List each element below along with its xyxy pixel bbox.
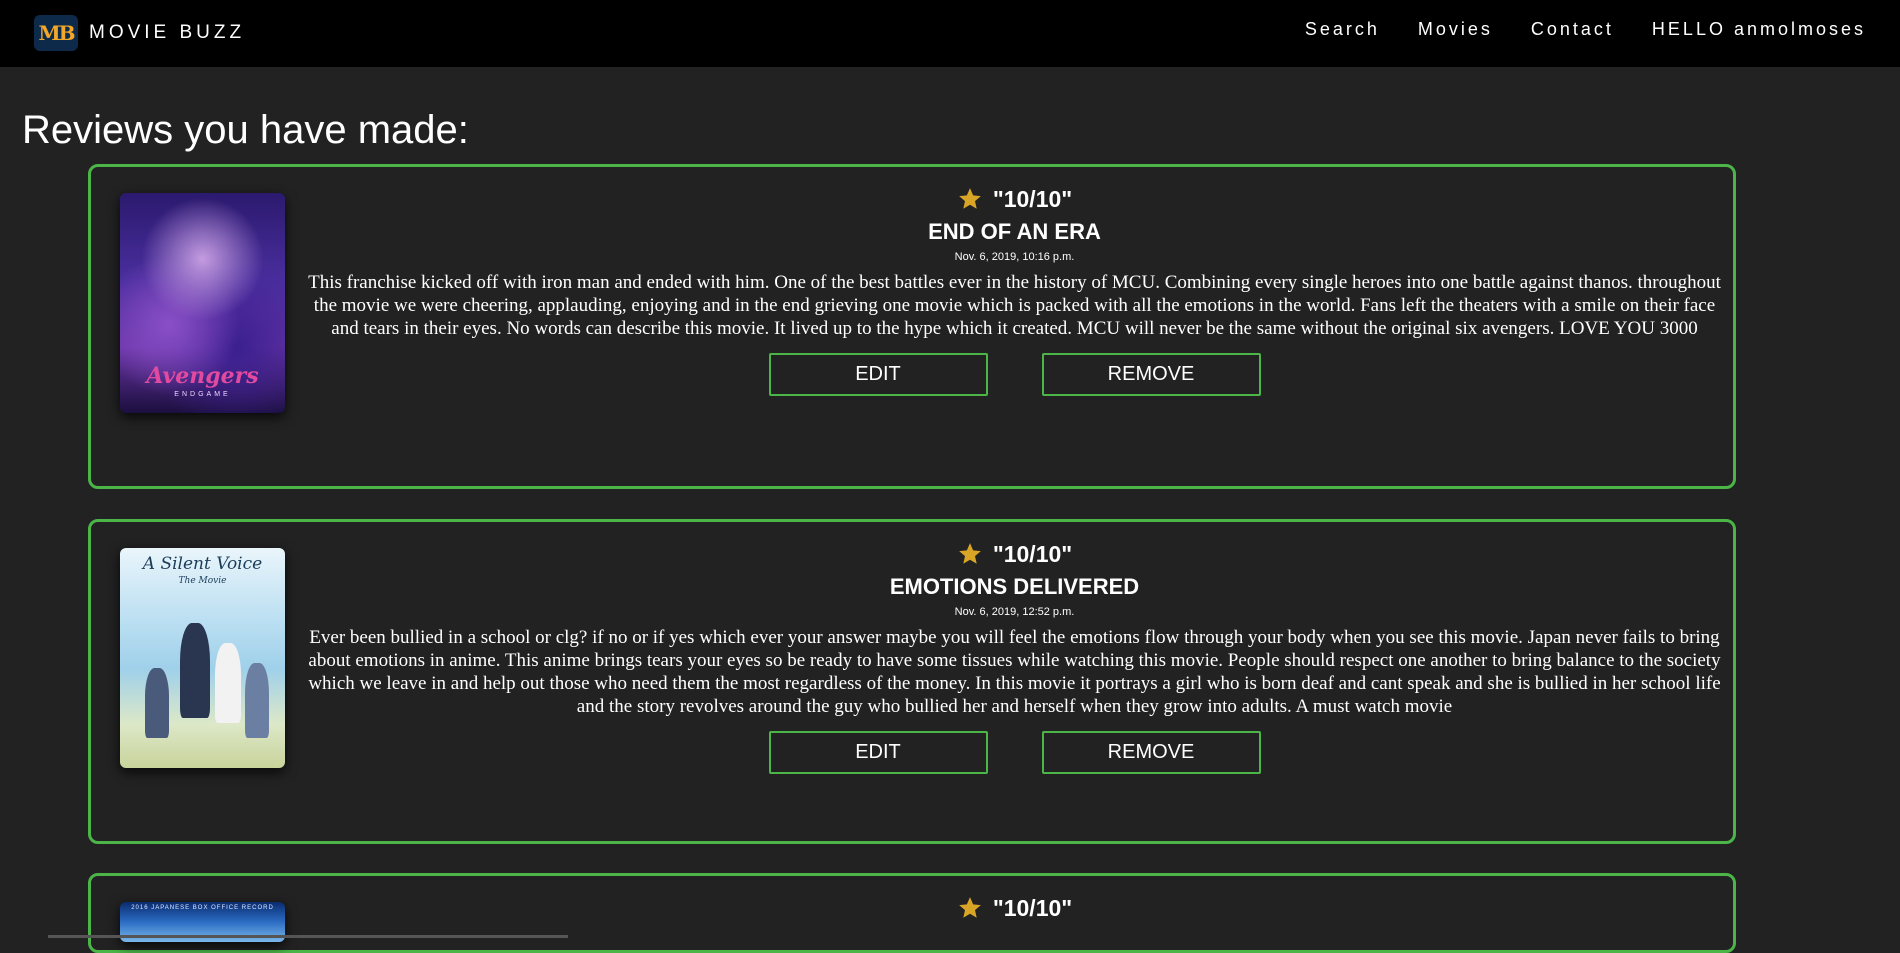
review-body: "10/10" — [296, 892, 1733, 924]
poster-title: 2016 JAPANESE BOX OFFICE RECORD — [131, 905, 274, 911]
poster-figure — [145, 668, 169, 738]
rating-row: "10/10" — [296, 892, 1733, 924]
poster-subtitle: ENDGAME — [174, 391, 231, 398]
rating-value: "10/10" — [992, 185, 1073, 212]
rating-row: "10/10" — [296, 183, 1733, 215]
poster-title: A Silent Voice — [142, 554, 263, 574]
review-body: "10/10" EMOTIONS DELIVERED Nov. 6, 2019,… — [296, 538, 1733, 774]
poster-figure — [180, 623, 210, 718]
edit-button[interactable]: EDIT — [768, 353, 988, 396]
avengers-endgame-poster: Avengers ENDGAME — [120, 193, 285, 413]
rating-row: "10/10" — [296, 538, 1733, 570]
review-title: EMOTIONS DELIVERED — [889, 574, 1140, 599]
navbar: MB MOVIE BUZZ Search Movies Contact HELL… — [0, 0, 1900, 67]
poster-title: Avengers — [146, 363, 259, 389]
brand-name: MOVIE BUZZ — [89, 22, 246, 43]
nav-link-movies[interactable]: Movies — [1418, 19, 1493, 40]
page-title: Reviews you have made: — [22, 108, 469, 152]
remove-button[interactable]: REMOVE — [1041, 731, 1261, 774]
nav-links: Search Movies Contact HELLO anmolmoses — [1267, 19, 1866, 40]
poster-figure — [245, 663, 269, 738]
poster-subtitle: The Movie — [178, 576, 227, 586]
edit-button[interactable]: EDIT — [768, 731, 988, 774]
poster-figure — [215, 643, 241, 723]
logo-icon: MB — [34, 15, 78, 51]
review-actions: EDIT REMOVE — [296, 731, 1733, 774]
a-silent-voice-poster: A Silent Voice The Movie — [120, 548, 285, 768]
user-greeting[interactable]: HELLO anmolmoses — [1652, 19, 1866, 40]
nav-link-contact[interactable]: Contact — [1531, 19, 1614, 40]
review-title: END OF AN ERA — [928, 219, 1101, 244]
remove-button[interactable]: REMOVE — [1041, 353, 1261, 396]
rating-value: "10/10" — [992, 894, 1073, 921]
brand-link[interactable]: MB MOVIE BUZZ — [34, 15, 245, 51]
nav-link-search[interactable]: Search — [1305, 19, 1380, 40]
star-icon — [958, 188, 981, 209]
review-body: "10/10" END OF AN ERA Nov. 6, 2019, 10:1… — [296, 183, 1733, 396]
rating-value: "10/10" — [992, 540, 1073, 567]
review-card: 2016 JAPANESE BOX OFFICE RECORD "10/10" — [88, 873, 1736, 953]
review-text: Ever been bullied in a school or clg? if… — [308, 627, 1721, 717]
review-card: Avengers ENDGAME "10/10" END OF AN ERA N… — [88, 164, 1736, 489]
review-date: Nov. 6, 2019, 12:52 p.m. — [954, 606, 1075, 618]
review-date: Nov. 6, 2019, 10:16 p.m. — [954, 251, 1075, 263]
review-actions: EDIT REMOVE — [296, 353, 1733, 396]
review-card: A Silent Voice The Movie "10/10" EMOTION… — [88, 519, 1736, 844]
review-text: This franchise kicked off with iron man … — [308, 272, 1721, 339]
star-icon — [958, 897, 981, 918]
star-icon — [958, 543, 981, 564]
